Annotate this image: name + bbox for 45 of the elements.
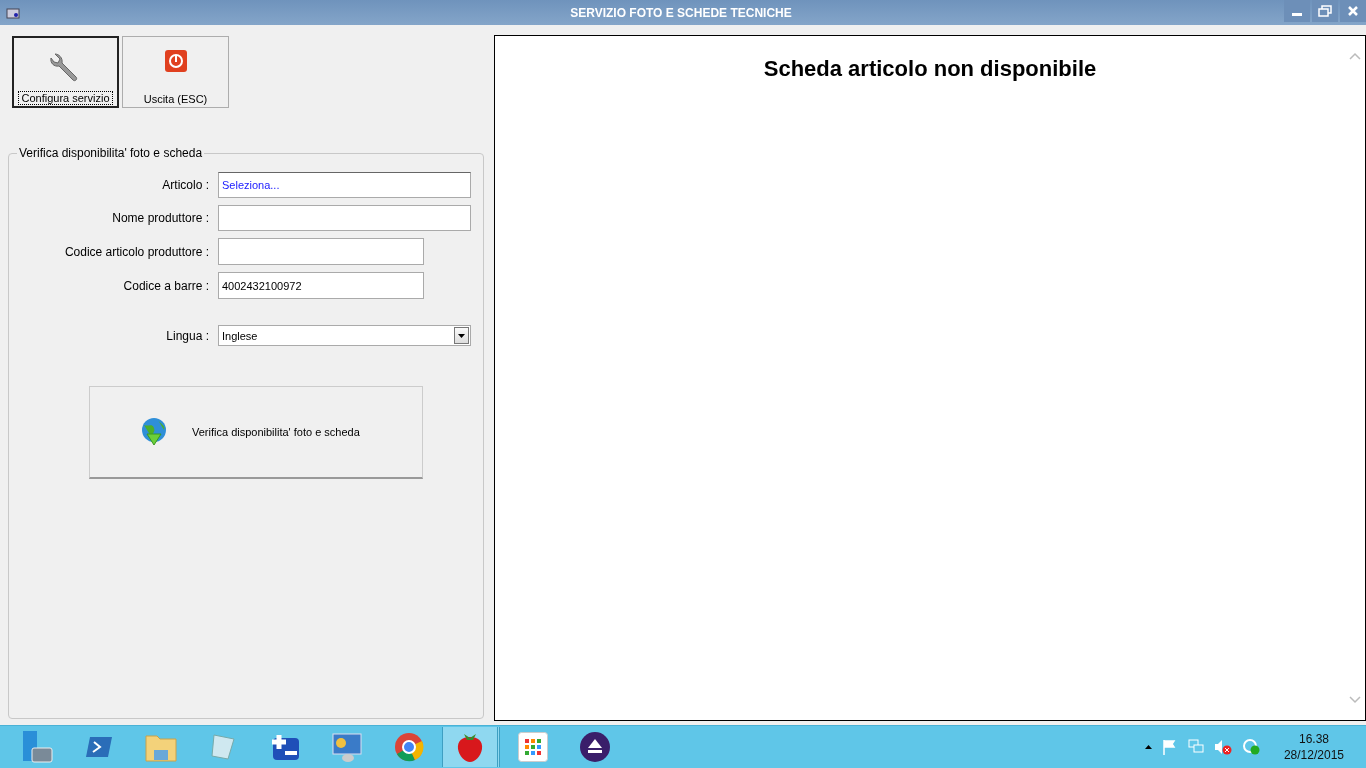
- field-label: Nome produttore :: [111, 211, 209, 225]
- power-icon: [163, 49, 188, 73]
- exit-button[interactable]: Uscita (ESC): [122, 36, 229, 108]
- caret-icon: [458, 333, 465, 338]
- input-field[interactable]: [218, 205, 471, 231]
- input-field[interactable]: 4002432100972: [218, 272, 424, 299]
- terminal-icon: [84, 735, 114, 759]
- close-button[interactable]: [1340, 0, 1366, 22]
- field-label: Codice a barre :: [122, 278, 209, 293]
- viewer-heading: Scheda articolo non disponibile: [763, 56, 1097, 83]
- muted-speaker-icon[interactable]: [1213, 739, 1232, 755]
- sync-icon[interactable]: [1241, 739, 1260, 755]
- server-icon: [20, 730, 54, 764]
- check-button[interactable]: Verifica disponibilita' foto e scheda: [89, 386, 423, 479]
- group-legend: Verifica disponibilita' foto e scheda: [17, 146, 205, 160]
- restore-icon: [1318, 5, 1332, 17]
- app-grid-icon: [518, 732, 548, 762]
- language-dropdown[interactable]: Inglese: [218, 325, 471, 346]
- network-icon[interactable]: [1187, 739, 1204, 755]
- browser-icon: [394, 732, 424, 762]
- folder-icon: [145, 732, 177, 762]
- close-icon: [1348, 6, 1358, 16]
- strawberry-icon: [456, 731, 484, 763]
- clock[interactable]: 16.38 28/12/2015: [1283, 731, 1344, 763]
- plus-minus-icon: [269, 732, 301, 762]
- scroll-up-icon[interactable]: [1349, 52, 1361, 60]
- flag-icon[interactable]: [1161, 739, 1178, 755]
- field-label: Lingua :: [165, 328, 209, 343]
- minimize-icon: [1292, 13, 1302, 16]
- globe-download-icon: [140, 417, 168, 447]
- app-icon: [6, 6, 20, 19]
- picker-field[interactable]: Seleziona...: [218, 172, 471, 198]
- field-label: Articolo :: [161, 178, 209, 192]
- control-panel-icon: [331, 731, 363, 763]
- eject-icon: [579, 731, 611, 763]
- dropdown-button[interactable]: [454, 327, 469, 344]
- window-title: SERVIZIO FOTO E SCHEDE TECNICHE: [569, 5, 793, 20]
- scroll-down-icon[interactable]: [1349, 696, 1361, 704]
- caret-up-icon[interactable]: [1144, 745, 1152, 749]
- minimize-button[interactable]: [1284, 0, 1310, 22]
- field-label: Codice articolo produttore :: [63, 244, 209, 259]
- configure-button[interactable]: Configura servizio: [12, 36, 119, 108]
- restore-button[interactable]: [1312, 0, 1338, 22]
- notepad-icon: [208, 732, 238, 762]
- input-field[interactable]: [218, 238, 424, 265]
